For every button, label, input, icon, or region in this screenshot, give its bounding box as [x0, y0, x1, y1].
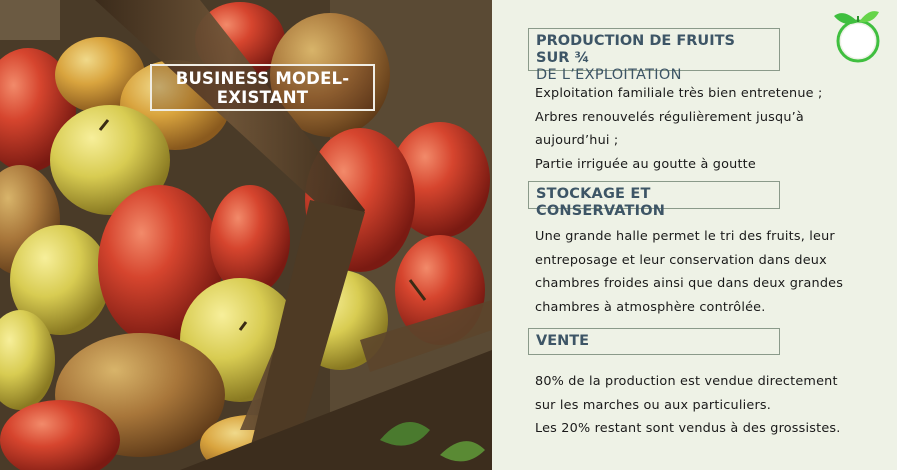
text-line: entreposage et leur conservation dans de…	[535, 252, 827, 268]
section-text-stockage: Une grande halle permet le tri des fruit…	[535, 225, 865, 319]
section-heading-stockage: STOCKAGE ET CONSERVATION	[528, 181, 780, 219]
section-text-vente: 80% de la production est vendue directem…	[535, 370, 875, 441]
section-heading-production: PRODUCTION DE FRUITS SUR ¾ DE L’EXPLOITA…	[528, 28, 780, 83]
text-line: aujourd’hui ;	[535, 133, 619, 148]
text-line: Partie irriguée au goutte à goutte	[535, 156, 756, 172]
text-line: Une grande halle permet le tri des fruit…	[535, 229, 835, 244]
heading-line: PRODUCTION DE FRUITS SUR ¾	[536, 33, 735, 66]
slide-title: BUSINESS MODEL-EXISTANT	[175, 68, 350, 107]
text-line: Arbres renouvelés régulièrement jusqu’à	[535, 109, 804, 125]
text-line: chambres froides ainsi que dans deux gra…	[535, 276, 844, 291]
section-heading-vente: VENTE	[528, 328, 780, 355]
text-line: Exploitation familiale très bien entrete…	[535, 86, 823, 101]
fruit-leaf-circle-icon	[834, 11, 880, 63]
text-line: sur les marches ou aux particuliers.	[535, 397, 772, 413]
text-line: 80% de la production est vendue directem…	[535, 374, 838, 389]
text-line: chambres à atmosphère contrôlée.	[535, 299, 766, 315]
slide-title-box: BUSINESS MODEL-EXISTANT	[150, 64, 375, 111]
section-text-production: Exploitation familiale très bien entrete…	[535, 82, 855, 176]
logo	[830, 5, 890, 67]
fruit-basket-photo: BUSINESS MODEL-EXISTANT	[0, 0, 492, 470]
text-line: Les 20% restant sont vendus à des grossi…	[535, 421, 841, 436]
